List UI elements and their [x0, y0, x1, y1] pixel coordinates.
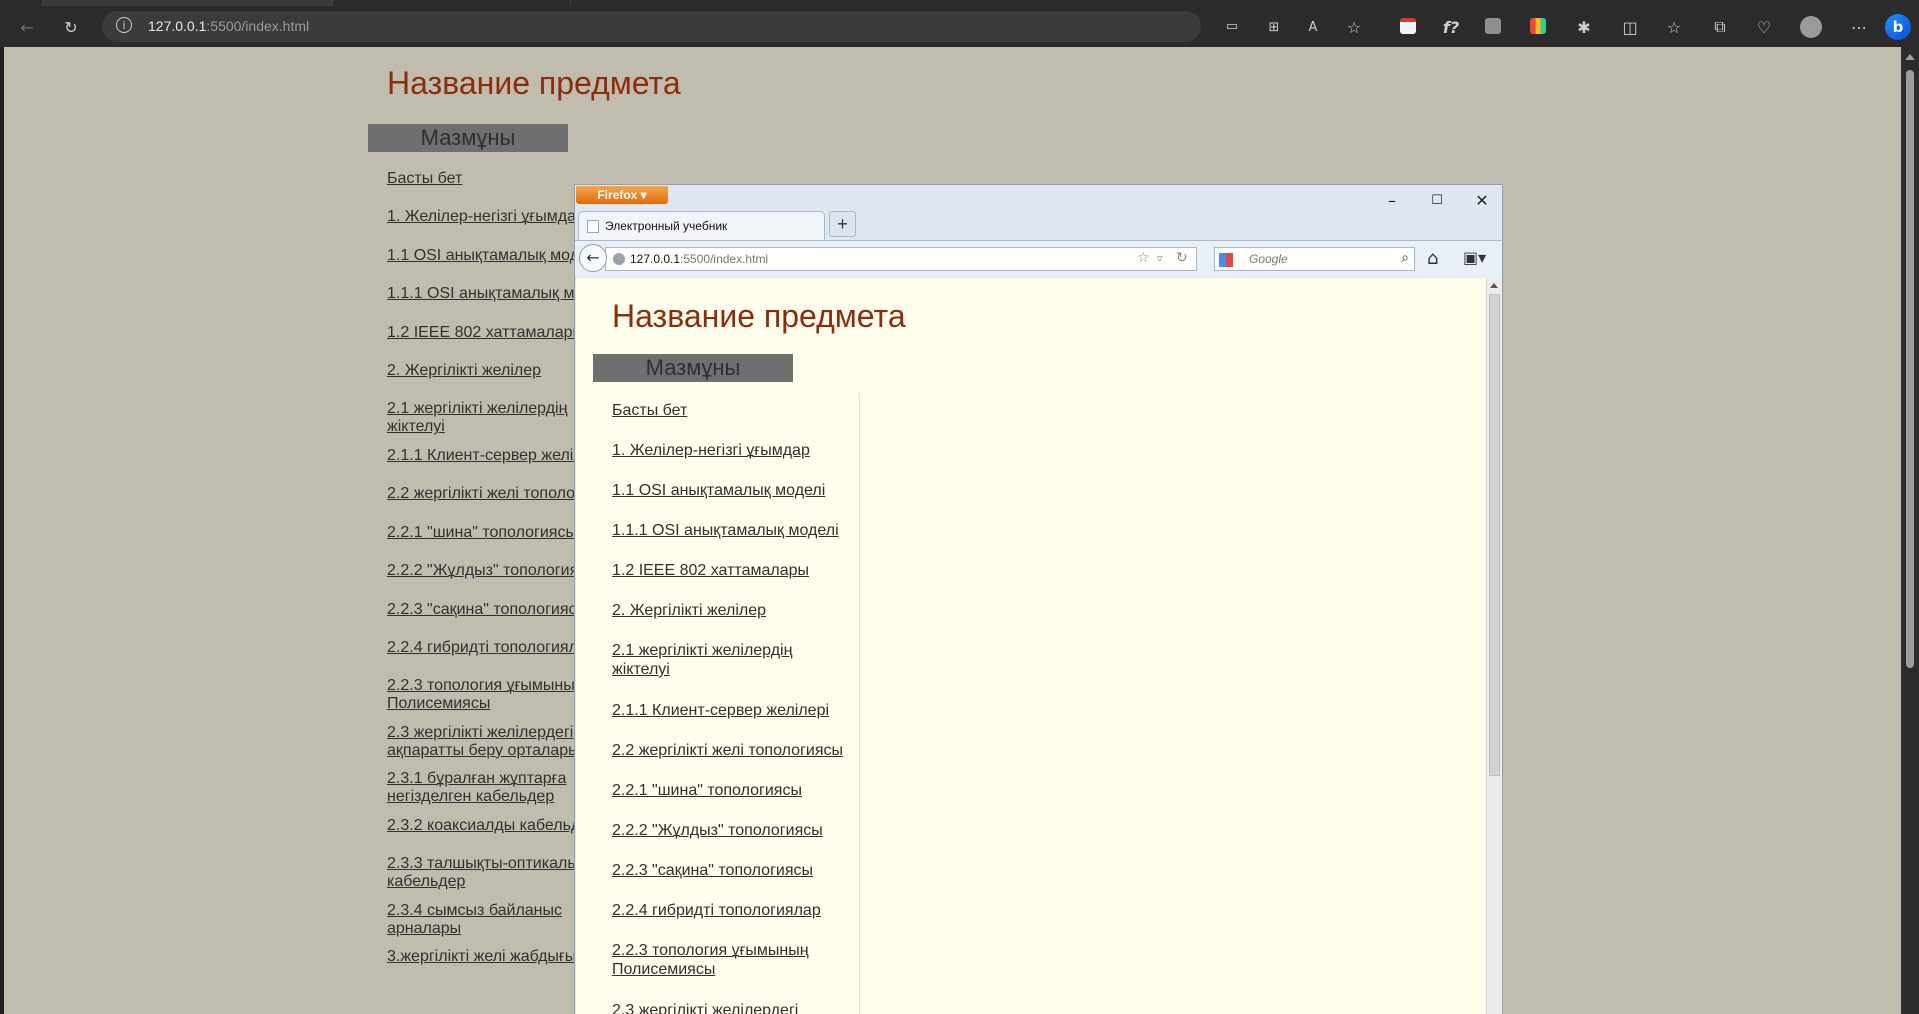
settings-more-icon[interactable]: ⋯: [1844, 12, 1874, 42]
firefox-menu-button[interactable]: Firefox ▾: [576, 186, 668, 204]
ff-url-path: :5500/index.html: [680, 252, 769, 266]
home-icon[interactable]: ⌂: [1427, 248, 1438, 269]
edge-scroll-thumb[interactable]: [1906, 70, 1914, 668]
firefox-search-field[interactable]: Google ⌕: [1214, 247, 1415, 271]
firefox-url-bar[interactable]: 127.0.0.1:5500/index.html ☆ ▿ ↻: [605, 247, 1197, 271]
toc-link[interactable]: 1.1.1 OSI анықтамалық моделі: [612, 521, 839, 540]
app-grid-icon[interactable]: ⊞: [1259, 12, 1289, 42]
toc-link[interactable]: 2.3 жергілікті желілердегі: [612, 1001, 798, 1014]
site-info-icon[interactable]: i: [116, 17, 132, 33]
toc-link[interactable]: 1.2 IEEE 802 хаттамалары: [612, 561, 809, 580]
google-icon[interactable]: [1219, 253, 1233, 267]
extension-calendar-icon[interactable]: [1400, 18, 1416, 34]
url-path: :5500/index.html: [206, 18, 310, 34]
maximize-icon[interactable]: ☐: [1426, 191, 1448, 211]
toc-divider: [859, 393, 860, 1014]
page-favicon-icon: [587, 220, 599, 233]
extension-image-icon[interactable]: [1485, 18, 1501, 34]
edge-scrollbar[interactable]: [1901, 47, 1919, 1014]
collections-icon[interactable]: ⧉: [1705, 12, 1735, 42]
ff-page-title: Название предмета: [612, 298, 906, 334]
page-title: Название предмета: [387, 65, 681, 101]
toc-link[interactable]: 2.2.4 гибридті топологиялар: [612, 901, 821, 920]
url-host: 127.0.0.1: [148, 18, 207, 34]
ff-back-arrow-icon[interactable]: ←: [579, 244, 607, 272]
firefox-menu-label: Firefox: [597, 188, 638, 202]
read-aloud-icon[interactable]: A: [1298, 12, 1328, 42]
favorite-star-icon[interactable]: ☆: [1339, 12, 1369, 42]
toc-link[interactable]: Басты бет: [612, 401, 687, 420]
app-available-icon[interactable]: ▭: [1220, 11, 1244, 41]
close-icon[interactable]: ✕: [1471, 191, 1493, 211]
address-bar[interactable]: i 127.0.0.1:5500/index.html ▭: [102, 11, 1238, 42]
profile-avatar-icon[interactable]: [1796, 12, 1826, 42]
ff-reload-icon[interactable]: ↻: [1176, 250, 1188, 266]
scroll-up-icon[interactable]: [1905, 54, 1915, 60]
firefox-window: Firefox ▾ – ☐ ✕ Электронный учебник + 12…: [574, 184, 1503, 1014]
toc-heading: Мазмұны: [368, 124, 568, 152]
ff-scrollbar[interactable]: [1486, 278, 1502, 1014]
firefox-url[interactable]: 127.0.0.1:5500/index.html: [630, 252, 768, 266]
ff-url-host: 127.0.0.1: [630, 252, 681, 266]
toc-link[interactable]: 2.2 жергілікті желі топологиясы: [612, 741, 843, 760]
firefox-tab-title: Электронный учебник: [605, 219, 728, 233]
bookmarks-menu-icon[interactable]: ▣▾: [1463, 248, 1486, 267]
ff-scroll-thumb[interactable]: [1489, 294, 1500, 776]
back-arrow-icon[interactable]: ←: [12, 12, 42, 42]
firefox-page-content: Название предмета Мазмұны Басты бет 1. Же…: [576, 278, 1486, 1014]
search-placeholder: Google: [1249, 252, 1288, 266]
bookmark-star-icon[interactable]: ☆: [1137, 250, 1150, 266]
bing-copilot-icon[interactable]: b: [1883, 12, 1913, 42]
health-icon[interactable]: ♡: [1749, 12, 1779, 42]
extensions-puzzle-icon[interactable]: ✱: [1569, 12, 1599, 42]
toc-link[interactable]: 1. Желілер-негізгі ұғымдар: [612, 441, 810, 460]
firefox-nav-bar: 127.0.0.1:5500/index.html ☆ ▿ ↻ ← Google…: [575, 240, 1502, 279]
minimize-icon[interactable]: –: [1381, 191, 1403, 211]
extension-font-icon[interactable]: f?: [1436, 12, 1466, 42]
ff-toc-heading: Мазмұны: [593, 354, 793, 382]
search-icon[interactable]: ⌕: [1401, 250, 1409, 266]
toc-link[interactable]: 2.2.3 "сақина" топологиясы: [612, 861, 813, 880]
extension-colorful-icon[interactable]: [1530, 18, 1546, 34]
globe-icon: [613, 253, 625, 265]
edge-toolbar: ← ↻ i 127.0.0.1:5500/index.html ▭ ⊞ A ☆ …: [0, 6, 1919, 47]
toc-link[interactable]: 1.1 OSI анықтамалық моделі: [612, 481, 825, 500]
favorites-list-icon[interactable]: ☆: [1659, 12, 1689, 42]
address-url[interactable]: 127.0.0.1:5500/index.html: [148, 18, 309, 34]
toc-link[interactable]: 2.2.2 "Жұлдыз" топологиясы: [612, 821, 823, 840]
toc-link[interactable]: 2.1.1 Клиент-сервер желілері: [612, 701, 829, 720]
toc-link[interactable]: 2.1 жергілікті желілердің жіктелуі: [612, 641, 792, 679]
toc-link[interactable]: 2. Жергілікті желілер: [612, 601, 766, 620]
history-dropdown-icon[interactable]: ▿: [1157, 252, 1163, 265]
firefox-tab[interactable]: Электронный учебник: [578, 211, 825, 241]
ff-scroll-up-icon[interactable]: [1490, 283, 1498, 288]
toc-link[interactable]: 2.2.1 "шина" топологиясы: [612, 781, 802, 800]
new-tab-button[interactable]: +: [829, 211, 856, 237]
split-screen-icon[interactable]: ◫: [1615, 12, 1645, 42]
reload-icon[interactable]: ↻: [56, 12, 86, 42]
toc-link[interactable]: 2.2.3 топология ұғымының Полисемиясы: [612, 941, 809, 979]
